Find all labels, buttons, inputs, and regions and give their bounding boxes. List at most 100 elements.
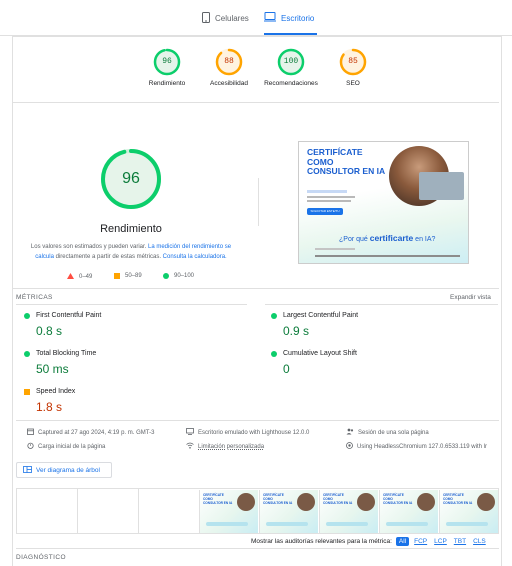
active-tab-indicator <box>264 33 317 35</box>
filmstrip-divider <box>138 489 139 533</box>
filmstrip-frame: CERTIFÍCATE COMO CONSULTOR EN IA <box>199 490 258 533</box>
diagnostics-title: DIAGNÓSTICO <box>16 554 66 561</box>
initial-load-text: Carga inicial de la página <box>38 443 106 450</box>
legend-pass: 90–100 <box>163 273 194 279</box>
filter-lcp[interactable]: LCP <box>432 537 449 546</box>
screenshot-text-line <box>307 190 347 193</box>
frame-photo <box>297 493 315 511</box>
audit-filter-label: Mostrar las auditorías relevantes para l… <box>251 538 392 545</box>
square-icon <box>114 273 120 279</box>
metrics-title: MÉTRICAS <box>16 294 53 301</box>
device-tabs: Celulares Escritorio <box>0 0 512 36</box>
frame-banner <box>326 522 368 526</box>
screenshot-cta: SOLICITAR ESTE/TU <box>307 208 343 215</box>
calendar-icon <box>27 428 34 437</box>
legend-average-label: 50–89 <box>125 273 142 279</box>
monitor-icon <box>186 428 194 437</box>
frame-banner <box>446 522 488 526</box>
frame-banner <box>206 522 248 526</box>
summary-gauge[interactable]: 100 <box>276 47 306 77</box>
browser-text: Using HeadlessChromium 127.0.6533.119 wi… <box>357 443 487 450</box>
tab-mobile[interactable]: Celulares <box>202 12 249 25</box>
initial-load-info: Carga inicial de la página <box>27 442 105 451</box>
phone-icon <box>202 12 210 25</box>
metric-value: 50 ms <box>36 362 69 376</box>
metric-value: 0 <box>283 362 290 376</box>
average-square-icon <box>24 389 30 395</box>
tab-mobile-label: Celulares <box>215 14 249 23</box>
metric-value: 0.9 s <box>283 324 310 338</box>
filmstrip-frame: CERTIFÍCATE COMO CONSULTOR EN IA <box>439 490 498 533</box>
frame-title: CERTIFÍCATE COMO CONSULTOR EN IA <box>443 493 473 505</box>
summary-label: SEO <box>346 80 360 87</box>
tab-desktop[interactable]: Escritorio <box>264 12 314 24</box>
summary-gauge[interactable]: 85 <box>338 47 368 77</box>
captured-text: Captured at 27 ago 2024, 4:19 p. m. GMT-… <box>38 429 155 436</box>
diagnostics-divider <box>16 548 499 549</box>
frame-banner <box>266 522 308 526</box>
metric-label: Cumulative Layout Shift <box>283 350 357 357</box>
summary-gauge[interactable]: 88 <box>214 47 244 77</box>
vertical-divider <box>258 178 259 226</box>
metrics-rule-left <box>16 304 247 305</box>
wifi-icon <box>186 442 194 451</box>
summary-gauge[interactable]: 96 <box>152 47 182 77</box>
throttling-info: Limitación personalizada <box>186 442 264 451</box>
frame-title: CERTIFÍCATE COMO CONSULTOR EN IA <box>323 493 353 505</box>
screenshot-text-line <box>315 255 460 257</box>
metrics-divider <box>13 288 499 289</box>
browser-info: Using HeadlessChromium 127.0.6533.119 wi… <box>346 442 487 451</box>
screenshot-text-line <box>315 248 355 250</box>
filter-all[interactable]: All <box>395 537 410 546</box>
summary-score: 85 <box>348 57 358 66</box>
metric-label: Speed Index <box>36 388 76 395</box>
question-start: ¿Por qué <box>339 236 368 243</box>
triangle-icon <box>67 273 74 281</box>
performance-score: 96 <box>122 170 140 187</box>
treemap-button[interactable]: Ver diagrama de árbol <box>16 462 112 478</box>
frame-title: CERTIFÍCATE COMO CONSULTOR EN IA <box>383 493 413 505</box>
audit-filter: Mostrar las auditorías relevantes para l… <box>251 537 488 546</box>
legend-fail-label: 0–49 <box>79 274 93 280</box>
filmstrip-divider <box>77 489 78 533</box>
frame-title: CERTIFÍCATE COMO CONSULTOR EN IA <box>203 493 233 505</box>
frame-photo <box>357 493 375 511</box>
circle-icon <box>163 273 169 279</box>
expand-view-toggle[interactable]: Expandir vista <box>450 294 491 301</box>
metric-value: 0.8 s <box>36 324 63 338</box>
filmstrip-frame: CERTIFÍCATE COMO CONSULTOR EN IA <box>379 490 438 533</box>
performance-note: Los valores son estimados y pueden varia… <box>22 242 240 262</box>
question-strong: certificarte <box>369 233 414 243</box>
frame-photo <box>477 493 495 511</box>
screenshot-text-line <box>307 200 351 202</box>
pass-dot-icon <box>271 351 277 357</box>
filter-tbt[interactable]: TBT <box>452 537 468 546</box>
session-info: Sesión de una sola página <box>346 428 429 437</box>
screenshot-headline: CERTIFÍCATE COMO CONSULTOR EN IA <box>307 147 386 176</box>
metrics-rule-right <box>265 304 498 305</box>
filmstrip-frame: CERTIFÍCATE COMO CONSULTOR EN IA <box>259 490 318 533</box>
filter-cls[interactable]: CLS <box>471 537 488 546</box>
filmstrip: CERTIFÍCATE COMO CONSULTOR EN IA CERTIFÍC… <box>16 488 499 534</box>
frame-photo <box>417 493 435 511</box>
screenshot-question: ¿Por qué certificarte en IA? <box>339 233 449 243</box>
summary-score: 88 <box>224 57 234 66</box>
metric-label: Largest Contentful Paint <box>283 312 359 319</box>
note-text-1: Los valores son estimados y pueden varia… <box>30 244 148 250</box>
tab-desktop-label: Escritorio <box>281 13 315 23</box>
emulated-text: Escritorio emulado with Lighthouse 12.0.… <box>198 429 310 436</box>
legend-pass-label: 90–100 <box>174 273 195 279</box>
metric-value: 1.8 s <box>36 400 63 414</box>
pass-dot-icon <box>24 351 30 357</box>
desktop-icon <box>264 12 276 24</box>
pass-dot-icon <box>24 313 30 319</box>
throttling-text[interactable]: Limitación personalizada <box>198 444 264 450</box>
filter-fcp[interactable]: FCP <box>412 537 429 546</box>
captured-info: Captured at 27 ago 2024, 4:19 p. m. GMT-… <box>27 428 154 437</box>
emulated-info: Escritorio emulado with Lighthouse 12.0.… <box>186 428 309 437</box>
pass-dot-icon <box>271 313 277 319</box>
performance-title: Rendimiento <box>100 223 162 235</box>
legend-fail: 0–49 <box>67 273 92 281</box>
performance-gauge: 96 <box>99 147 163 211</box>
calculator-link[interactable]: Consulta la calculadora. <box>163 254 227 260</box>
